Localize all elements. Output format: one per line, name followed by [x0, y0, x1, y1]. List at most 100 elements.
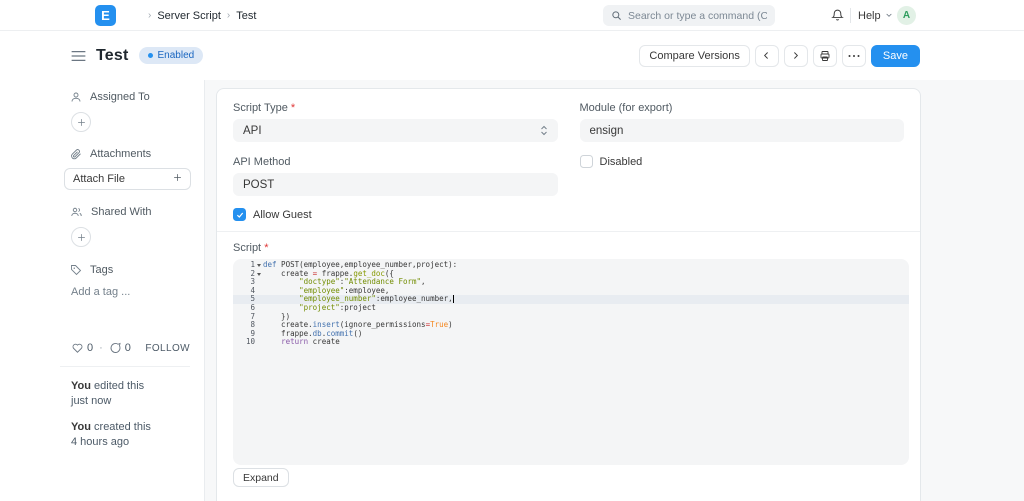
comment-icon[interactable] [109, 342, 122, 354]
heart-icon[interactable] [71, 342, 84, 354]
form-sidebar: Assigned To Attachments Attach File Shar… [0, 80, 205, 501]
tags-section: Tags Add a tag ... [71, 264, 190, 298]
breadcrumb-test[interactable]: Test [236, 10, 256, 22]
sidebar-divider [60, 366, 190, 367]
follow-button[interactable]: FOLLOW [145, 343, 190, 354]
allow-guest-label: Allow Guest [253, 208, 312, 221]
api-method-field: API Method [233, 156, 558, 196]
chevron-down-icon [885, 10, 893, 22]
script-type-value: API [243, 124, 262, 137]
label-text: Script Type [233, 102, 288, 114]
main-area: Script Type * API API Method POST Allow … [205, 80, 1024, 501]
navbar-divider [850, 8, 851, 23]
attach-file-button[interactable]: Attach File [64, 168, 191, 190]
text-cursor [452, 295, 454, 304]
label-text: Script [233, 242, 262, 254]
breadcrumb: › Server Script › Test [148, 0, 256, 31]
code-text: return create [281, 337, 340, 347]
checkbox-unchecked-icon [579, 155, 593, 168]
paperclip-icon [70, 148, 82, 160]
disabled-label: Disabled [599, 155, 643, 168]
script-type-label: Script Type * [233, 102, 558, 114]
add-tag-button[interactable]: Add a tag ... [71, 286, 190, 298]
reactions-row: 0 · 0 FOLLOW [71, 342, 190, 354]
timeline-who: You [71, 420, 91, 433]
print-button[interactable] [812, 44, 837, 67]
chevron-right-icon: › [148, 9, 152, 21]
sidebar-toggle-icon[interactable] [71, 50, 86, 62]
script-type-select[interactable]: API [233, 119, 558, 142]
fold-arrow-icon[interactable] [255, 270, 263, 279]
avatar[interactable]: A [897, 6, 916, 25]
assigned-to-section: Assigned To [71, 91, 190, 132]
required-marker: * [264, 242, 269, 254]
help-label: Help [858, 9, 881, 22]
save-button[interactable]: Save [870, 44, 920, 67]
line-number: 10 [245, 337, 255, 347]
code-editor-lines: 1 def POST(employee,employee_number,proje… [233, 260, 909, 347]
attach-file-label: Attach File [73, 173, 125, 185]
separator: · [99, 342, 103, 354]
shared-with-label: Shared With [91, 206, 152, 218]
breadcrumb-server-script[interactable]: Server Script [157, 10, 221, 22]
add-assignment-button[interactable] [71, 112, 91, 132]
module-field: Module (for export) [579, 102, 904, 142]
fold-arrow-icon[interactable] [255, 261, 263, 270]
disabled-checkbox[interactable]: Disabled [579, 155, 905, 168]
api-method-label: API Method [233, 156, 291, 168]
right-column: Module (for export) Disabled [579, 102, 905, 221]
timeline-action: created this [90, 420, 151, 433]
next-button[interactable] [783, 44, 808, 67]
app-logo-icon[interactable]: E [95, 5, 116, 26]
module-label: Module (for export) [579, 102, 673, 114]
code-line[interactable]: 10 return create [233, 338, 909, 347]
add-share-button[interactable] [71, 227, 91, 247]
bell-icon[interactable] [831, 8, 844, 22]
page-title: Test [96, 46, 129, 64]
likes-count: 0 [87, 342, 94, 354]
help-menu[interactable]: Help [858, 0, 893, 31]
checkbox-checked-icon [233, 208, 246, 221]
allow-guest-checkbox[interactable]: Allow Guest [233, 208, 558, 221]
script-type-field: Script Type * API [233, 102, 558, 142]
left-column: Script Type * API API Method POST Allow … [233, 102, 558, 221]
timeline-when: 4 hours ago [71, 435, 130, 448]
timeline-when: just now [71, 394, 112, 407]
page-head: Test Enabled Compare Versions Save [0, 31, 1024, 80]
timeline-action: edited this [90, 380, 145, 392]
timeline-who: You [71, 380, 91, 392]
assigned-to-label: Assigned To [90, 91, 150, 103]
script-section: Script * 1 def POST(employee,employee_num… [217, 232, 920, 487]
search-icon [611, 10, 622, 21]
compare-versions-button[interactable]: Compare Versions [639, 44, 750, 67]
attachments-label: Attachments [90, 148, 152, 160]
tags-label: Tags [90, 264, 114, 276]
menu-dots-button[interactable] [841, 44, 866, 67]
module-input[interactable] [579, 119, 904, 142]
navbar: E › Server Script › Test Help A [0, 0, 1024, 31]
status-dot-icon [147, 53, 153, 58]
global-search[interactable] [603, 5, 775, 26]
chevron-right-icon: › [226, 9, 231, 21]
form-section-top: Script Type * API API Method POST Allow … [217, 89, 920, 221]
search-input[interactable] [628, 9, 767, 22]
plus-icon [173, 173, 182, 185]
status-badge: Enabled [138, 47, 204, 64]
code-line[interactable]: 6 "project":project [233, 303, 909, 313]
form-card: Script Type * API API Method POST Allow … [216, 88, 921, 501]
api-method-input[interactable] [233, 173, 558, 196]
status-label: Enabled [157, 50, 195, 61]
shared-with-section: Shared With [71, 206, 190, 247]
prev-button[interactable] [754, 44, 779, 67]
required-marker: * [290, 102, 296, 114]
person-icon [70, 91, 82, 103]
expand-button[interactable]: Expand [233, 468, 289, 487]
code-editor[interactable]: 1 def POST(employee,employee_number,proje… [233, 259, 909, 465]
timeline-edited: You edited this just now [71, 379, 190, 409]
